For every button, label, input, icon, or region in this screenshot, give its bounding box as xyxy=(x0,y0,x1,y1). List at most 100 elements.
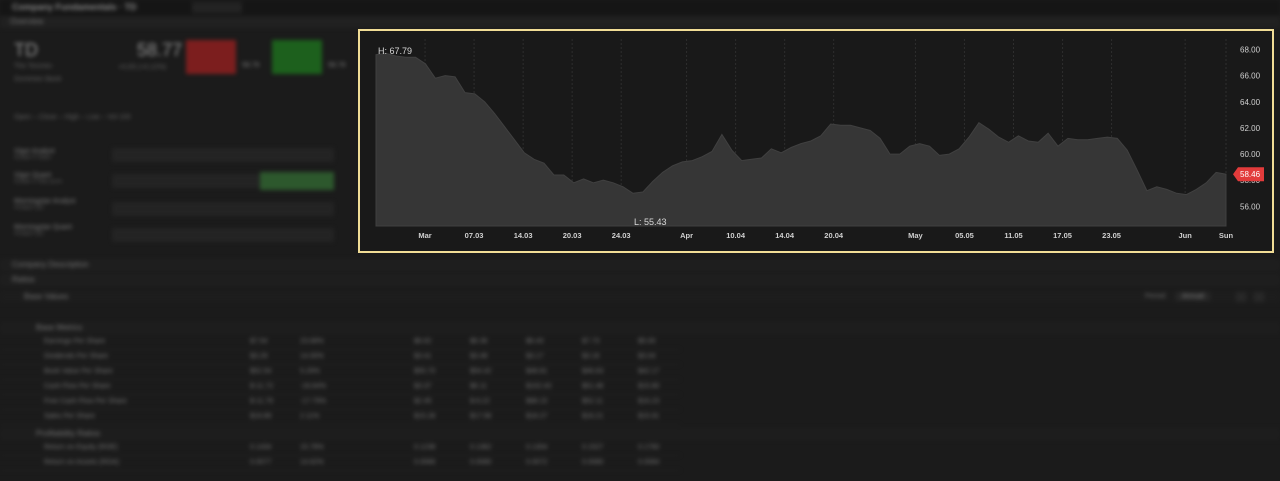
table-cell: $6.43 xyxy=(526,338,544,345)
company-name: The Toronto- xyxy=(14,63,54,70)
rating-row: Morningstar Analyst Analyst QC xyxy=(14,198,76,211)
x-tick-label: Sun xyxy=(1219,231,1234,240)
x-tick-label: 10.04 xyxy=(726,231,746,240)
table-row-name: Free Cash Flow Per Share xyxy=(44,398,127,405)
ticker-symbol: TD xyxy=(14,40,38,60)
search-input[interactable] xyxy=(192,2,242,13)
table-cell: $3.16 xyxy=(582,353,600,360)
table-row-name: Cash Flow Per Share xyxy=(44,383,111,390)
table-cell: $15.28 xyxy=(414,413,436,420)
x-tick-label: 05.05 xyxy=(955,231,974,240)
rating-row: Vigor Quant Grade 1 Star pure xyxy=(14,172,63,185)
table-cell: 2.11% xyxy=(300,413,320,420)
tab-overview[interactable]: Overview xyxy=(10,17,43,26)
table-cell: $6.62 xyxy=(414,338,432,345)
table-cell: 0.1434 xyxy=(250,444,272,451)
rating-row: Vigor Analyst Grade 5 Stars xyxy=(14,148,55,161)
table-row-name: Sales Per Share xyxy=(44,413,95,420)
table-cell: $6.36 xyxy=(470,338,488,345)
table-row: Return on Assets (ROA) 0.0077 14.62% 0.0066… xyxy=(0,457,680,471)
table-cell: $18.27 xyxy=(526,413,548,420)
table-row-name: Return on Assets (ROA) xyxy=(44,459,120,466)
table-cell: $3.48 xyxy=(470,353,488,360)
table-cell: $52.11 xyxy=(582,398,603,405)
price-chart[interactable]: 56.0058.0060.0062.0064.0066.0068.00 Mar0… xyxy=(360,31,1272,251)
x-tick-label: 20.03 xyxy=(563,231,582,240)
table-row-name: Dividends Per Share xyxy=(44,353,109,360)
expand-icon[interactable] xyxy=(1254,292,1264,302)
table-cell: 0.0084 xyxy=(638,459,660,466)
table-cell: $6.11 xyxy=(470,383,487,390)
x-tick-label: Apr xyxy=(680,231,693,240)
table-row: Sales Per Share $19.89 2.11% $15.28 $17.58 $1… xyxy=(0,411,680,425)
rating-row: Morningstar Quant Analyst QC xyxy=(14,224,72,237)
y-tick-label: 60.00 xyxy=(1240,150,1261,159)
table-cell: 0.0080 xyxy=(582,459,604,466)
settings-icon[interactable] xyxy=(1236,292,1246,302)
table-cell: $7.54 xyxy=(250,338,268,345)
table-row: Earnings Per Share $7.54 23.68% $6.62 $6.36 $… xyxy=(0,336,680,350)
section-base-values[interactable]: Base Values xyxy=(0,291,1280,303)
x-tick-label: 17.05 xyxy=(1053,231,1072,240)
last-price: 58.77 xyxy=(137,40,183,60)
y-tick-label: 68.00 xyxy=(1240,45,1261,54)
buy-price: 58.78 xyxy=(328,62,346,69)
low-label: L: 55.43 xyxy=(634,217,667,227)
table-cell: $3.29 xyxy=(250,353,268,360)
x-tick-label: 14.04 xyxy=(775,231,795,240)
table-cell: 0.1238 xyxy=(414,444,436,451)
period-label: Period xyxy=(1145,293,1166,300)
sell-price: 58.76 xyxy=(242,62,260,69)
table-cell: $55.70 xyxy=(414,368,436,375)
x-tick-label: 07.03 xyxy=(465,231,484,240)
section-base-metrics[interactable]: Base Metrics xyxy=(0,322,1280,334)
rating-cell xyxy=(186,148,260,162)
x-tick-label: 24.03 xyxy=(612,231,631,240)
table-cell: $16.21 xyxy=(582,413,604,420)
sell-button[interactable] xyxy=(186,40,236,74)
table-cell: -16.64% xyxy=(300,383,327,390)
last-price-label: 58.46 xyxy=(1240,170,1261,179)
table-cell: 0.0077 xyxy=(250,459,272,466)
table-row-name: Book Value Per Share xyxy=(44,368,113,375)
table-cell: $7.73 xyxy=(582,338,600,345)
table-cell: $51.48 xyxy=(582,383,604,390)
table-row: Free Cash Flow Per Share $-11.76 -17.79% $2… xyxy=(0,396,680,410)
table-cell: $3.04 xyxy=(638,353,656,360)
rating-cell xyxy=(112,148,186,162)
rating-cell xyxy=(260,148,334,162)
table-cell: $52.54 xyxy=(250,368,272,375)
table-cell: 0.1362 xyxy=(470,444,492,451)
section-ratios[interactable]: Ratios xyxy=(0,274,1280,286)
table-cell: $15.91 xyxy=(638,413,660,420)
x-tick-label: 14.03 xyxy=(514,231,533,240)
x-tick-label: Mar xyxy=(418,231,431,240)
high-label: H: 67.79 xyxy=(378,46,412,56)
section-company-description[interactable]: Company Description xyxy=(0,259,1280,271)
window-title: Company Fundamentals · TD xyxy=(12,2,137,12)
table-cell: $48.81 xyxy=(526,368,548,375)
section-profitability[interactable]: Profitability Ratios xyxy=(0,428,1280,440)
table-cell: 14.00% xyxy=(300,353,324,360)
table-cell: $19.89 xyxy=(250,413,272,420)
table-cell: -17.79% xyxy=(300,398,327,405)
table-cell: 5.29% xyxy=(300,368,320,375)
buy-button[interactable] xyxy=(272,40,322,74)
table-cell: $2.45 xyxy=(414,398,432,405)
table-cell: 14.62% xyxy=(300,459,324,466)
rating-cell xyxy=(112,202,334,216)
table-row-name: Return on Equity (ROE) xyxy=(44,444,118,451)
price-area xyxy=(375,52,1227,227)
price-change: +0.05 (+0.12%) xyxy=(118,64,167,71)
table-row: Dividends Per Share $3.29 14.00% $3.41 $3.48… xyxy=(0,351,680,365)
table-cell: 0.0072 xyxy=(526,459,548,466)
x-tick-label: 11.05 xyxy=(1004,231,1022,240)
table-cell: 0.0066 xyxy=(414,459,436,466)
period-select[interactable]: Annual xyxy=(1176,292,1210,301)
price-chart-panel[interactable]: 56.0058.0060.0062.0064.0066.0068.00 Mar0… xyxy=(358,29,1274,253)
rating-cell xyxy=(112,228,334,242)
x-tick-label: 23.05 xyxy=(1102,231,1121,240)
table-cell: 15.78% xyxy=(300,444,324,451)
rating-cell-active xyxy=(260,172,334,190)
table-cell: $42.17 xyxy=(638,368,660,375)
